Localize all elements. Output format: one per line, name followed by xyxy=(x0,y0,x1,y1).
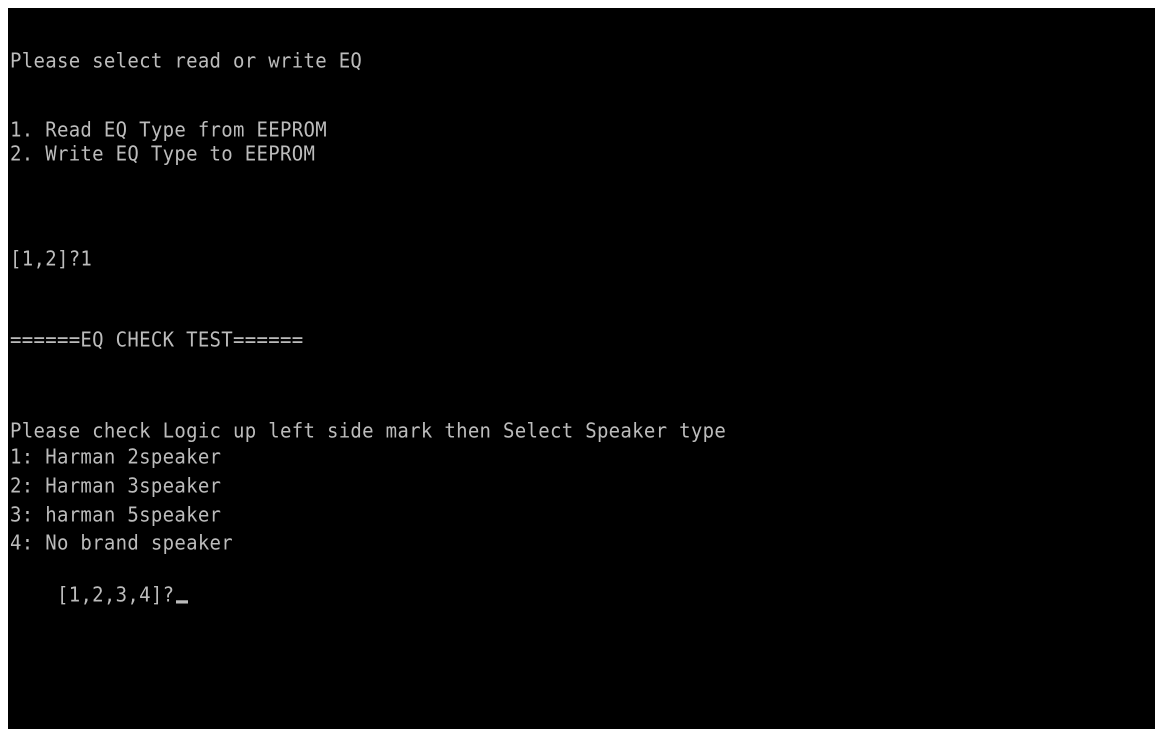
speaker-option-3: 3: harman 5speaker xyxy=(10,503,222,527)
first-prompt-with-answer: [1,2]?1 xyxy=(10,247,93,271)
speaker-option-1: 1: Harman 2speaker xyxy=(10,445,222,469)
speaker-option-4: 4: No brand speaker xyxy=(10,531,234,555)
menu-title: Please select read or write EQ xyxy=(10,49,363,73)
speaker-type-prompt[interactable]: [1,2,3,4]? xyxy=(10,556,189,634)
speaker-option-2: 2: Harman 3speaker xyxy=(10,474,222,498)
option-read-eq: 1. Read EQ Type from EEPROM xyxy=(10,118,327,142)
test-banner: ======EQ CHECK TEST====== xyxy=(10,328,304,352)
speaker-type-prompt-label: [1,2,3,4]? xyxy=(56,583,175,607)
dos-console-screen: Please select read or write EQ 1. Read E… xyxy=(8,8,1155,729)
text-cursor xyxy=(176,600,189,604)
option-write-eq: 2. Write EQ Type to EEPROM xyxy=(10,142,316,166)
instruction-text: Please check Logic up left side mark the… xyxy=(10,419,727,443)
